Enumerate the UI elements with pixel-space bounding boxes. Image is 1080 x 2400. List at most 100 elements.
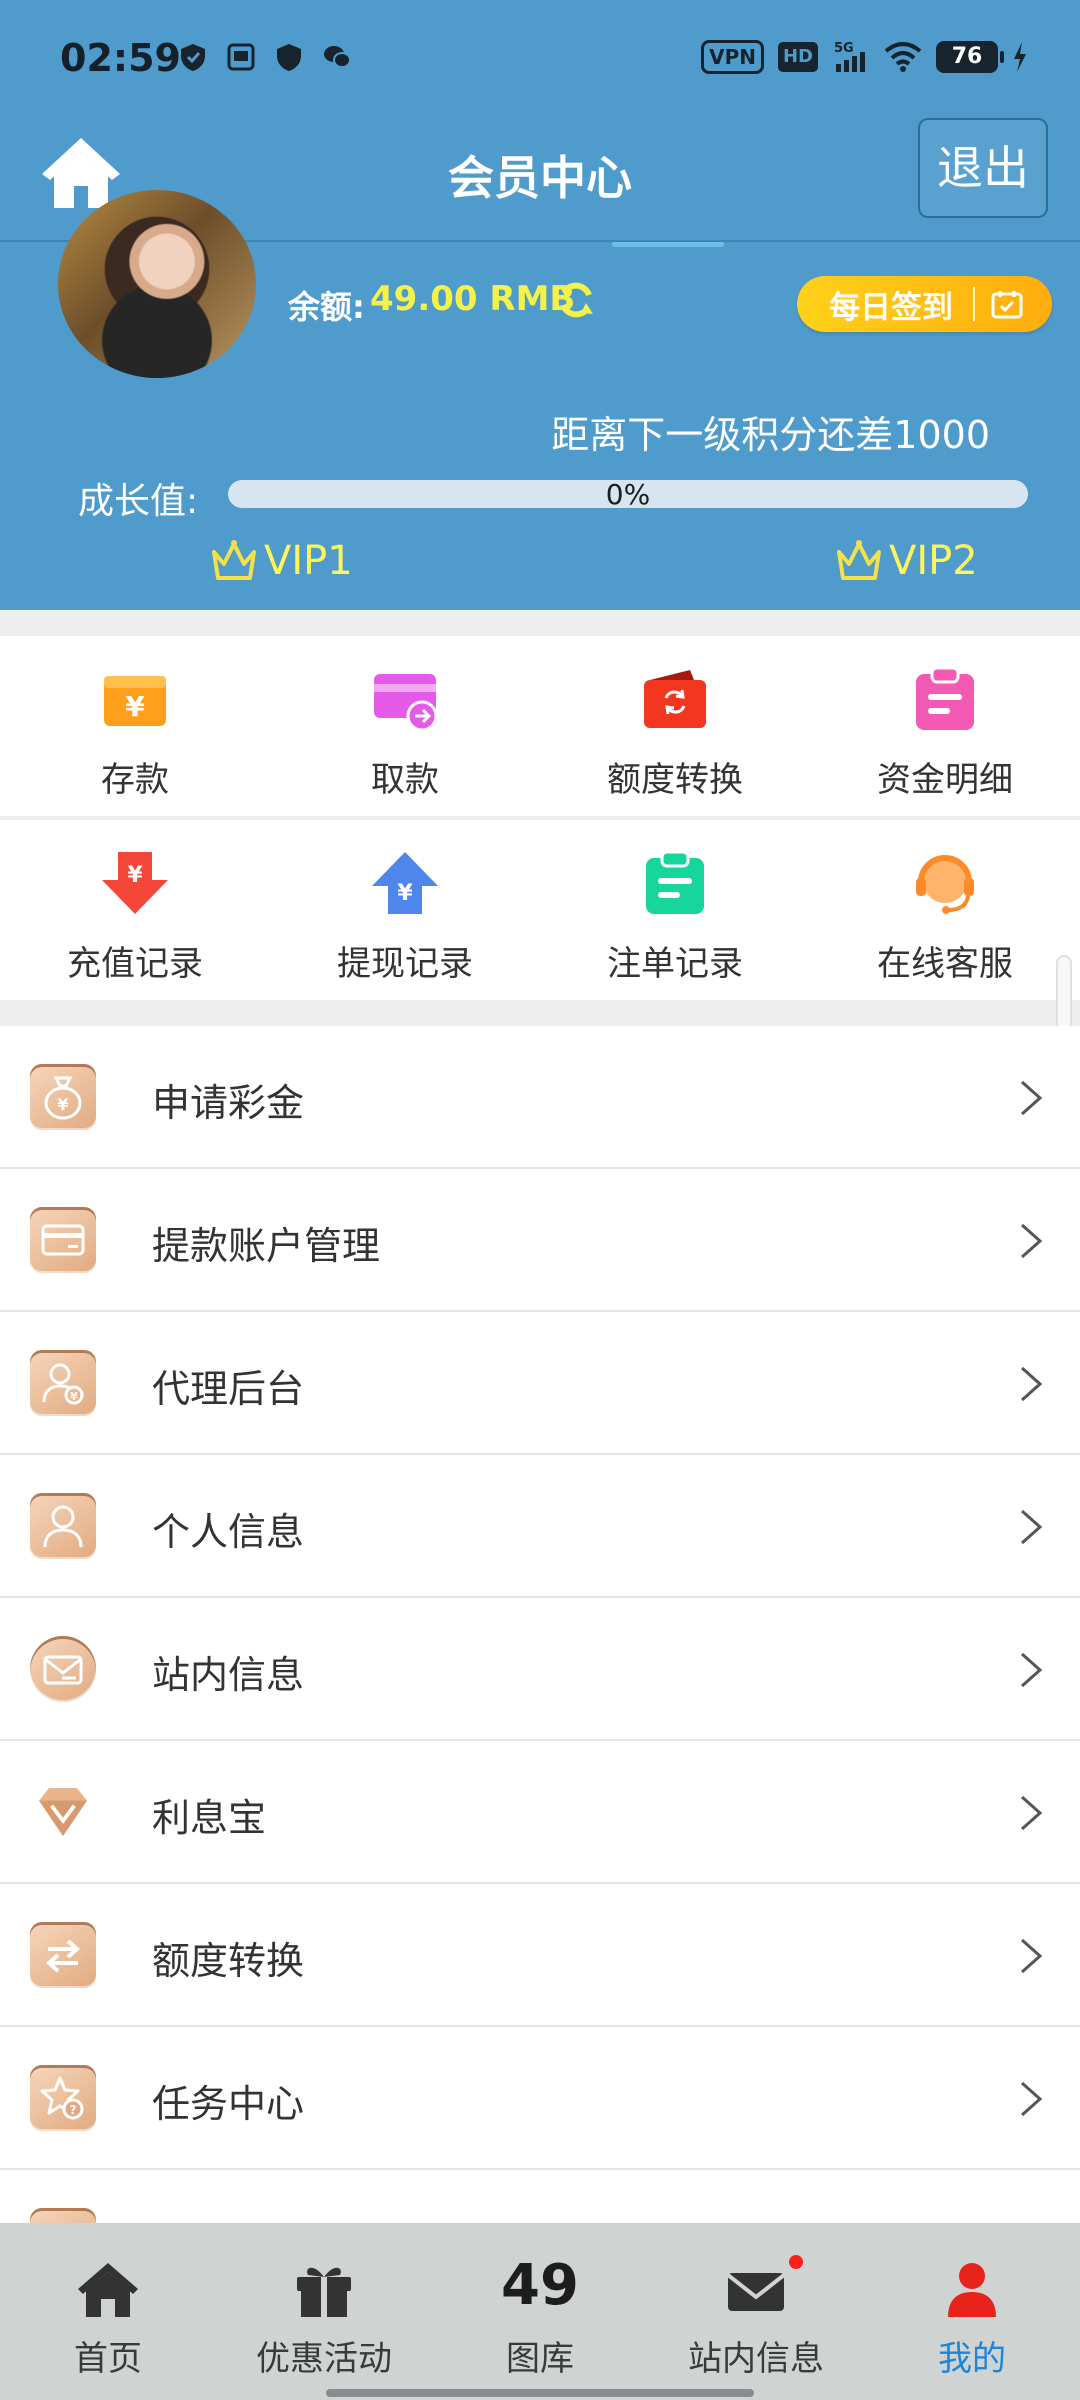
mail-icon [30,1636,96,1702]
balance-value: 49.00 RMB [370,279,576,319]
menu-item-credit-transfer[interactable]: 额度转换 [0,1884,1080,2027]
recharge-record-arrow-icon: ¥ [102,852,168,914]
bet-record-clipboard-icon [646,850,704,914]
sim-card-icon [227,43,255,71]
gesture-bar[interactable] [326,2389,754,2397]
balance-label: 余额: [288,288,365,326]
quick-actions-row-2: ¥ 充值记录 ¥ 提现记录 注单记录 在线客服 [0,820,1080,1000]
svg-text:5G: 5G [834,41,854,56]
next-level-text: 距离下一级积分还差1000 [551,413,990,457]
menu-item-label: 提款账户管理 [152,1224,381,1268]
home-icon [78,2263,138,2317]
menu-item-site-messages[interactable]: 站内信息 [0,1598,1080,1741]
nav-promotions[interactable]: 优惠活动 [216,2223,432,2400]
section-divider [0,610,1080,636]
nav-messages[interactable]: 站内信息 [648,2223,864,2400]
menu-item-label: 站内信息 [152,1653,305,1697]
gallery-number-icon: 49 [501,2253,579,2318]
chevron-right-icon [1021,1652,1043,1688]
daily-signin-label: 每日签到 [829,289,953,326]
shield-icon [181,44,205,71]
svg-text:¥: ¥ [127,863,143,888]
bottom-nav: 首页 优惠活动 49 图库 站内信息 我的 [0,2223,1080,2400]
chevron-right-icon [1021,1366,1043,1402]
hd-badge: HD [777,42,818,72]
diamond-icon [30,1779,96,1845]
vpn-badge: VPN [701,40,764,74]
quick-actions-row-1: ¥ 存款 取款 额度转换 资金明细 [0,636,1080,816]
menu-item-apply-bonus[interactable]: ¥ 申请彩金 [0,1026,1080,1169]
calendar-check-icon [991,291,1023,319]
section-divider [0,1000,1080,1026]
menu-item-personal-info[interactable]: 个人信息 [0,1455,1080,1598]
chevron-right-icon [1021,1795,1043,1831]
chevron-right-icon [1021,1223,1043,1259]
member-header: 02:59 VPN HD 5G 76 会员中心 退出 余额: 49.00 RMB… [0,0,1080,610]
deposit-button[interactable]: ¥ 存款 [0,636,270,816]
recharge-record-button[interactable]: ¥ 充值记录 [0,820,270,1000]
signal-5g-icon: 5G [834,41,865,72]
money-bag-icon: ¥ [30,1064,96,1130]
growth-label: 成长值: [78,481,199,522]
nav-gallery[interactable]: 49 图库 [432,2223,648,2400]
chevron-right-icon [1021,1080,1043,1116]
current-vip-label: VIP1 [264,538,353,584]
status-bar: 02:59 VPN HD 5G 76 [0,0,1080,118]
svg-text:?: ? [70,2103,77,2117]
wifi-icon [884,42,922,72]
nav-mine[interactable]: 我的 [864,2223,1080,2400]
mail-icon [726,2273,786,2311]
chevron-right-icon [1021,1509,1043,1545]
wechat-icon [324,46,351,68]
refresh-icon[interactable] [556,280,596,320]
customer-service-button[interactable]: 在线客服 [810,820,1080,1000]
menu-item-agent-backend[interactable]: ¥ 代理后台 [0,1312,1080,1455]
logout-button[interactable]: 退出 [918,118,1048,218]
menu-item-label: 个人信息 [152,1510,305,1554]
crown-icon [212,540,256,580]
menu-item-task-center[interactable]: ? 任务中心 [0,2027,1080,2170]
chevron-right-icon [1021,1938,1043,1974]
task-star-icon: ? [30,2065,96,2131]
menu-item-interest-treasure[interactable]: 利息宝 [0,1741,1080,1884]
fund-details-button[interactable]: 资金明细 [810,636,1080,816]
svg-text:¥: ¥ [70,1390,78,1403]
chevron-right-icon [1021,2081,1043,2117]
avatar[interactable] [58,190,256,378]
customer-service-headset-icon [916,855,974,914]
transfer-arrows-icon [30,1922,96,1988]
nav-home[interactable]: 首页 [0,2223,216,2400]
bet-record-button[interactable]: 注单记录 [540,820,810,1000]
next-vip-level: VIP2 [835,538,978,584]
deposit-wallet-icon: ¥ [104,676,166,726]
withdraw-record-button[interactable]: ¥ 提现记录 [270,820,540,1000]
withdraw-button[interactable]: 取款 [270,636,540,816]
gift-icon [297,2267,351,2317]
transfer-button[interactable]: 额度转换 [540,636,810,816]
charging-bolt-icon [1014,42,1026,72]
person-icon [30,1493,96,1559]
menu-item-label: 任务中心 [152,2082,305,2126]
battery-indicator: 76 [936,41,1004,73]
agent-user-icon: ¥ [30,1350,96,1416]
shield-icon [277,44,301,71]
menu-item-withdraw-account[interactable]: 提款账户管理 [0,1169,1080,1312]
menu-item-label: 额度转换 [152,1939,305,1983]
menu-item-label: 利息宝 [152,1796,267,1840]
user-icon [948,2263,996,2317]
withdraw-record-arrow-icon: ¥ [372,852,438,914]
current-vip-level: VIP1 [210,538,353,584]
daily-signin-button[interactable]: 每日签到 [797,276,1052,332]
unread-dot [789,2255,803,2269]
svg-text:¥: ¥ [57,1095,68,1114]
next-vip-label: VIP2 [889,538,978,584]
svg-text:¥: ¥ [397,881,413,906]
growth-progress-text: 0% [605,478,651,511]
svg-text:¥: ¥ [125,690,145,723]
status-time: 02:59 [60,36,181,80]
transfer-wallet-icon [644,670,706,728]
crown-icon [837,540,881,580]
bank-card-icon [30,1207,96,1273]
tab-indicator [612,242,724,247]
menu-item-label: 代理后台 [152,1367,305,1411]
